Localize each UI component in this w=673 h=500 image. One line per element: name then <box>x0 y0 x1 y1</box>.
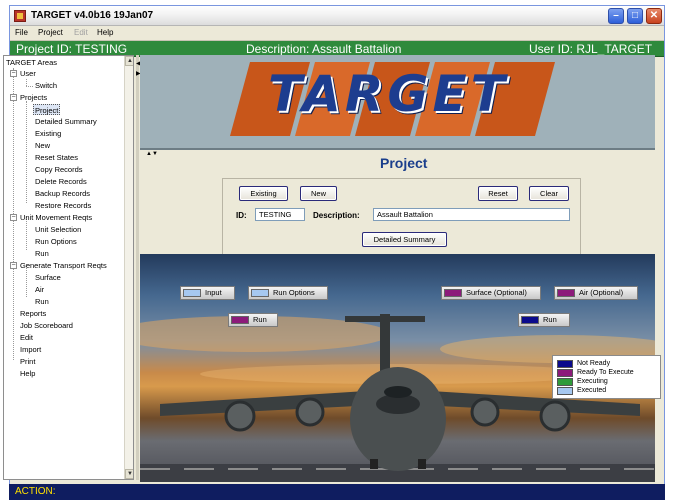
tree-item-reports[interactable]: Reports <box>20 308 46 319</box>
air-step-label: Air (Optional) <box>579 288 624 297</box>
tree-item-run-transport[interactable]: Run <box>35 296 49 307</box>
status-swatch <box>231 316 249 324</box>
tree-connector <box>26 79 27 86</box>
menu-project[interactable]: Project <box>38 28 63 37</box>
menu-file[interactable]: File <box>15 28 28 37</box>
run-transport-step-button[interactable]: Run <box>518 313 570 327</box>
action-status: ACTION: <box>15 486 56 497</box>
existing-button[interactable]: Existing <box>239 186 288 201</box>
navigation-tree: TARGET Areas − User Switch − Projects Pr… <box>3 55 134 480</box>
app-icon <box>14 10 26 22</box>
tree-item-new[interactable]: New <box>35 140 50 151</box>
tree-item-user[interactable]: User <box>20 68 36 79</box>
tree-item-backup-records[interactable]: Backup Records <box>35 188 90 199</box>
id-field[interactable]: TESTING <box>255 208 305 221</box>
close-button[interactable]: ✕ <box>646 8 662 24</box>
tree-item-switch[interactable]: Switch <box>35 80 57 91</box>
tree-expander-unit-movement[interactable]: − <box>10 214 17 221</box>
page-title: Project <box>380 155 428 171</box>
tree-expander-generate-transport[interactable]: − <box>10 262 17 269</box>
status-legend: Not Ready Ready To Execute Executing Exe… <box>552 355 661 399</box>
legend-label: Ready To Execute <box>577 369 634 376</box>
surface-step-label: Surface (Optional) <box>466 288 527 297</box>
tree-scrollbar[interactable]: ▲ ▼ <box>124 56 133 479</box>
legend-swatch <box>557 369 573 377</box>
run-transport-step-label: Run <box>543 315 557 324</box>
tree-item-reset-states[interactable]: Reset States <box>35 152 78 163</box>
tree-item-detailed-summary[interactable]: Detailed Summary <box>35 116 97 127</box>
run-options-step-button[interactable]: Run Options <box>248 286 328 300</box>
title-bar: TARGET v4.0b16 19Jan07 – □ ✕ <box>10 6 664 26</box>
scroll-up-button[interactable]: ▲ <box>125 56 133 66</box>
tree-item-existing[interactable]: Existing <box>35 128 61 139</box>
run-options-step-label: Run Options <box>273 288 315 297</box>
menu-edit[interactable]: Edit <box>74 28 88 37</box>
tree-item-generate-transport[interactable]: Generate Transport Reqts <box>20 260 107 271</box>
tree-item-copy-records[interactable]: Copy Records <box>35 164 83 175</box>
tree-item-print[interactable]: Print <box>20 356 35 367</box>
user-id-label: User ID: RJL_TARGET <box>529 42 653 56</box>
run-movement-step-button[interactable]: Run <box>228 313 278 327</box>
status-bar: ACTION: <box>9 484 665 500</box>
clear-button[interactable]: Clear <box>529 186 569 201</box>
tree-item-root[interactable]: TARGET Areas <box>6 57 57 68</box>
surface-step-button[interactable]: Surface (Optional) <box>441 286 541 300</box>
legend-swatch <box>557 360 573 368</box>
tree-item-restore-records[interactable]: Restore Records <box>35 200 91 211</box>
reset-button[interactable]: Reset <box>478 186 518 201</box>
run-movement-step-label: Run <box>253 315 267 324</box>
air-step-button[interactable]: Air (Optional) <box>554 286 638 300</box>
tree-item-job-scoreboard[interactable]: Job Scoreboard <box>20 320 73 331</box>
tree-item-import[interactable]: Import <box>20 344 41 355</box>
legend-swatch <box>557 378 573 386</box>
maximize-button[interactable]: □ <box>627 8 643 24</box>
tree-item-projects[interactable]: Projects <box>20 92 47 103</box>
project-id-label: Project ID: TESTING <box>16 42 128 56</box>
status-swatch <box>183 289 201 297</box>
legend-label: Not Ready <box>577 360 611 367</box>
status-swatch <box>557 289 575 297</box>
status-swatch <box>251 289 269 297</box>
tree-connector <box>26 101 27 203</box>
new-button[interactable]: New <box>300 186 337 201</box>
tree-item-air[interactable]: Air <box>35 284 44 295</box>
description-field[interactable]: Assault Battalion <box>373 208 570 221</box>
menu-bar: File Project Edit Help <box>10 26 664 41</box>
tree-item-help[interactable]: Help <box>20 368 35 379</box>
tree-expander-projects[interactable]: − <box>10 94 17 101</box>
target-banner: TARGET <box>140 55 655 150</box>
input-step-button[interactable]: Input <box>180 286 235 300</box>
description-label: Description: <box>313 211 360 220</box>
minimize-button[interactable]: – <box>608 8 624 24</box>
target-logo: TARGET <box>268 65 509 123</box>
window-title: TARGET v4.0b16 19Jan07 <box>31 10 154 21</box>
tree-item-surface[interactable]: Surface <box>35 272 61 283</box>
tree-item-edit[interactable]: Edit <box>20 332 33 343</box>
scroll-down-button[interactable]: ▼ <box>125 469 133 479</box>
status-swatch <box>444 289 462 297</box>
menu-help[interactable]: Help <box>97 28 113 37</box>
project-description-label: Description: Assault Battalion <box>246 42 402 56</box>
tree-connector <box>26 86 33 87</box>
project-form: Existing New Reset Clear ID: TESTING Des… <box>222 178 581 255</box>
tree-item-run-options[interactable]: Run Options <box>35 236 77 247</box>
id-label: ID: <box>236 211 247 220</box>
tree-item-run[interactable]: Run <box>35 248 49 259</box>
legend-label: Executing <box>577 378 608 385</box>
input-step-label: Input <box>205 288 222 297</box>
tree-item-unit-selection[interactable]: Unit Selection <box>35 224 81 235</box>
status-swatch <box>521 316 539 324</box>
tree-item-unit-movement[interactable]: Unit Movement Reqts <box>20 212 92 223</box>
collapse-arrow-icon[interactable]: ▲▼ <box>146 151 158 157</box>
pane-splitter[interactable] <box>136 55 139 480</box>
tree-expander-user[interactable]: − <box>10 70 17 77</box>
legend-swatch <box>557 387 573 395</box>
legend-label: Executed <box>577 387 607 394</box>
tree-item-delete-records[interactable]: Delete Records <box>35 176 87 187</box>
detailed-summary-button[interactable]: Detailed Summary <box>362 232 447 247</box>
tree-item-project[interactable]: Project <box>33 104 61 115</box>
